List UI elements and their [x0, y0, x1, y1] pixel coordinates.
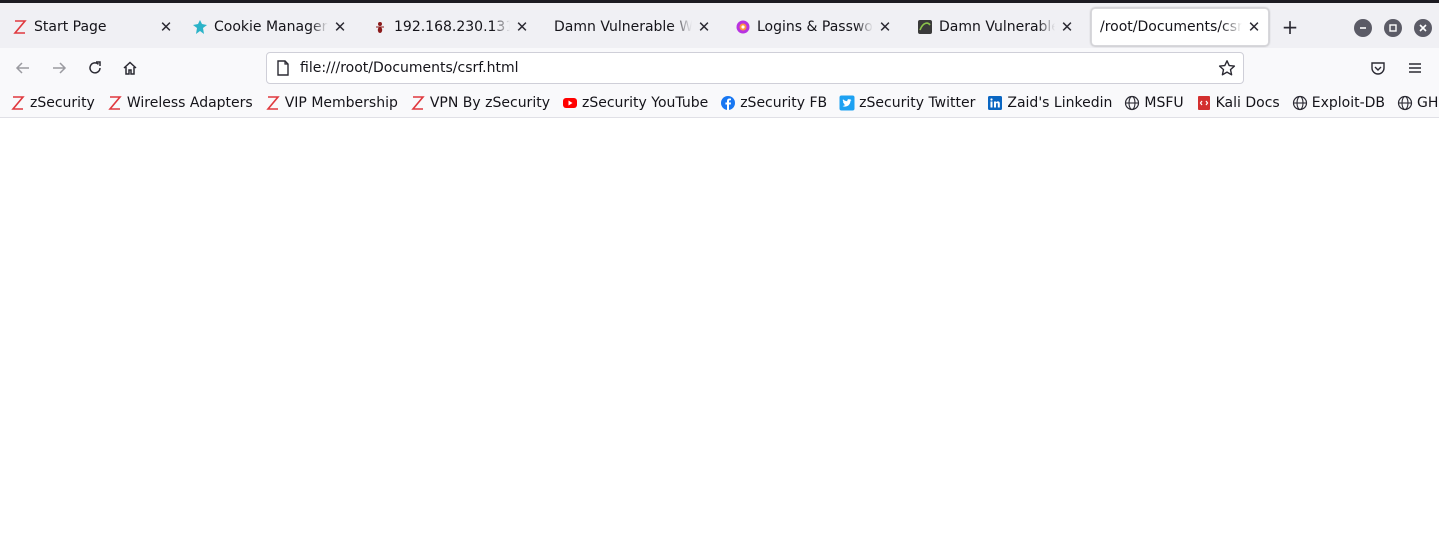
reload-icon	[89, 61, 101, 74]
zsecurity-z-icon	[265, 95, 281, 111]
linkedin-icon	[987, 95, 1003, 111]
hamburger-menu-icon	[1409, 63, 1421, 73]
bookmark-label: GHDB	[1417, 94, 1439, 111]
arrow-left-icon	[15, 62, 29, 74]
maximize-button[interactable]	[1384, 19, 1402, 37]
bookmark-label: Kali Docs	[1215, 94, 1280, 111]
close-icon[interactable]: ✕	[696, 19, 712, 35]
minimize-icon	[1360, 27, 1366, 29]
bookmark-label: Exploit-DB	[1311, 94, 1386, 111]
bookmarks-toolbar: zSecurity Wireless Adapters VIP Membersh…	[0, 88, 1439, 118]
bookmark-youtube[interactable]: zSecurity YouTube	[562, 91, 708, 115]
bookmark-zsecurity[interactable]: zSecurity	[10, 91, 95, 115]
bookmark-label: Wireless Adapters	[126, 94, 253, 111]
cookie-manager-icon	[192, 19, 208, 35]
bookmark-star-icon[interactable]	[1217, 58, 1237, 78]
tab-logins-passwords[interactable]: Logins & Passwords ✕	[727, 8, 899, 46]
ant-icon	[372, 19, 388, 35]
forward-button[interactable]	[46, 55, 72, 81]
bookmark-wireless-adapters[interactable]: Wireless Adapters	[107, 91, 253, 115]
pocket-button[interactable]	[1365, 55, 1391, 81]
plus-icon: +	[1281, 15, 1299, 39]
maximize-icon	[1389, 24, 1397, 32]
tab-title: Start Page	[34, 19, 107, 35]
minimize-button[interactable]	[1354, 19, 1372, 37]
close-icon[interactable]: ✕	[1246, 19, 1262, 35]
globe-icon	[1124, 95, 1140, 111]
bookmark-exploit-db[interactable]: Exploit-DB	[1292, 91, 1385, 115]
bookmark-label: zSecurity YouTube	[581, 94, 709, 111]
bookmark-kali-docs[interactable]: Kali Docs	[1196, 91, 1280, 115]
tab-title: /root/Documents/csrf.h	[1100, 19, 1242, 35]
back-button[interactable]	[10, 55, 36, 81]
bookmark-label: VIP Membership	[284, 94, 398, 111]
youtube-icon	[562, 95, 578, 111]
bookmark-vip-membership[interactable]: VIP Membership	[265, 91, 398, 115]
arrow-right-icon	[53, 62, 67, 74]
globe-icon	[1292, 95, 1308, 111]
close-icon[interactable]: ✕	[877, 19, 893, 35]
tab-title: Cookie Manager – D	[214, 19, 328, 35]
page-icon	[275, 60, 291, 76]
bookmark-twitter[interactable]: zSecurity Twitter	[839, 91, 975, 115]
zsecurity-z-icon	[12, 19, 28, 35]
address-bar[interactable]: file:///root/Documents/csrf.html	[266, 52, 1244, 84]
navigation-toolbar: file:///root/Documents/csrf.html	[0, 48, 1439, 88]
bookmark-label: zSecurity	[30, 94, 95, 111]
bookmark-ghdb[interactable]: GHDB	[1397, 91, 1439, 115]
close-icon[interactable]: ✕	[1059, 19, 1075, 35]
bookmark-msfu[interactable]: MSFU	[1124, 91, 1184, 115]
twitter-icon	[839, 95, 855, 111]
dvwa-icon	[917, 19, 933, 35]
tab-csrf-active[interactable]: /root/Documents/csrf.h ✕	[1091, 8, 1269, 46]
tab-title: Damn Vulnerable W	[939, 19, 1055, 35]
facebook-icon	[720, 95, 736, 111]
home-icon	[123, 61, 137, 75]
tab-title: Logins & Passwords	[757, 19, 873, 35]
kali-docs-icon	[1196, 95, 1212, 111]
bookmark-facebook[interactable]: zSecurity FB	[720, 91, 827, 115]
bookmark-label: Zaid's Linkedin	[1007, 94, 1113, 111]
close-icon[interactable]: ✕	[332, 19, 348, 35]
bookmark-label: zSecurity FB	[740, 94, 828, 111]
tab-title: Damn Vulnerable Web	[554, 19, 692, 35]
tab-dvwa-2[interactable]: Damn Vulnerable W ✕	[909, 8, 1081, 46]
zsecurity-z-icon	[410, 95, 426, 111]
tab-strip: Start Page ✕ Cookie Manager – D ✕ 192.16…	[0, 3, 1439, 48]
home-button[interactable]	[117, 55, 143, 81]
app-menu-button[interactable]	[1402, 55, 1428, 81]
firefox-lockwise-icon	[735, 19, 751, 35]
tab-dvwa-1[interactable]: Damn Vulnerable Web ✕	[546, 8, 718, 46]
bookmark-linkedin[interactable]: Zaid's Linkedin	[987, 91, 1112, 115]
zsecurity-z-icon	[107, 95, 123, 111]
close-icon[interactable]: ✕	[514, 19, 530, 35]
pocket-icon	[1371, 62, 1385, 75]
url-text[interactable]: file:///root/Documents/csrf.html	[300, 60, 1217, 76]
bookmark-label: VPN By zSecurity	[429, 94, 550, 111]
page-content-area[interactable]	[0, 119, 1439, 551]
close-icon[interactable]: ✕	[158, 19, 174, 35]
tab-title: 192.168.230.131/mu	[394, 19, 510, 35]
zsecurity-z-icon	[10, 95, 26, 111]
close-window-button[interactable]	[1414, 19, 1432, 37]
close-window-icon	[1419, 24, 1427, 32]
globe-icon	[1397, 95, 1413, 111]
bookmark-vpn[interactable]: VPN By zSecurity	[410, 91, 550, 115]
tab-cookie-manager[interactable]: Cookie Manager – D ✕	[184, 8, 354, 46]
tab-mutillidae[interactable]: 192.168.230.131/mu ✕	[364, 8, 536, 46]
new-tab-button[interactable]: +	[1279, 15, 1301, 39]
bookmark-label: zSecurity Twitter	[859, 94, 976, 111]
reload-button[interactable]	[82, 55, 108, 81]
tab-start-page[interactable]: Start Page ✕	[4, 8, 180, 46]
bookmark-label: MSFU	[1144, 94, 1184, 111]
